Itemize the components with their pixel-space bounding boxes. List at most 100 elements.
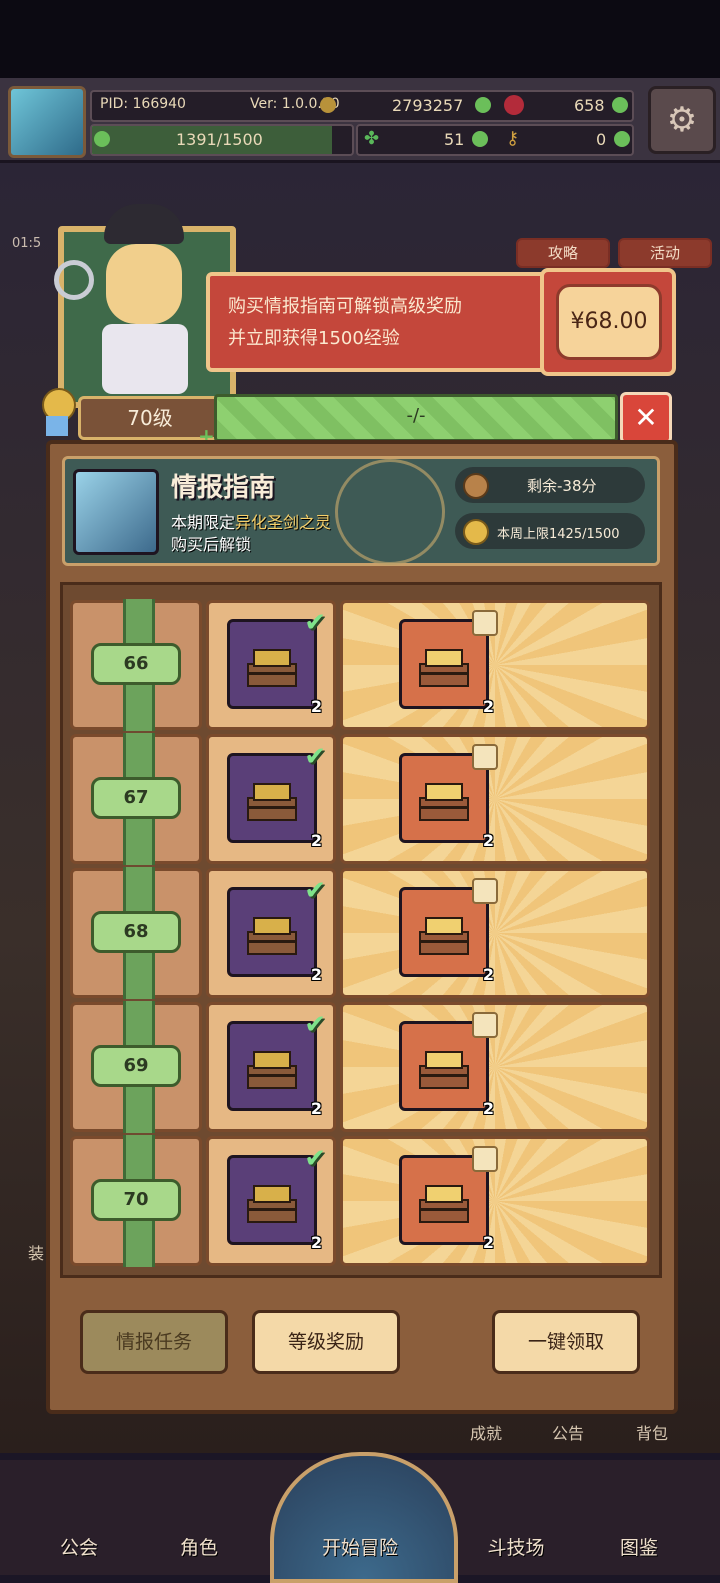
claimed-check-icon: ✔ <box>304 1010 326 1040</box>
notice-label[interactable]: 公告 <box>552 1420 584 1444</box>
intel-tasks-button[interactable]: 情报任务 <box>80 1310 228 1374</box>
claimed-check-icon: ✔ <box>304 742 326 772</box>
free-reward-cell[interactable]: ✔ 2 <box>206 1002 336 1132</box>
strategy-tab[interactable]: 攻略 <box>516 238 610 268</box>
premium-reward-chest[interactable]: 2 <box>399 744 498 850</box>
weekly-cap-pill: 本周上限1425/1500 <box>455 513 645 549</box>
lock-icon <box>472 744 498 770</box>
character-body <box>102 324 188 394</box>
lock-icon <box>472 1012 498 1038</box>
premium-reward-qty: 2 <box>482 1233 494 1252</box>
claimed-check-icon: ✔ <box>304 608 326 638</box>
free-reward-chest[interactable]: ✔ 2 <box>227 608 326 716</box>
guide-header: 情报指南 本期限定异化圣剑之灵 购买后解锁 剩余-38分 本周上限1425/15… <box>62 456 660 566</box>
achievement-label[interactable]: 成就 <box>470 1420 502 1444</box>
reward-row: 70 ✔ 2 2 <box>70 1135 650 1267</box>
level-column: 67 <box>70 733 202 865</box>
premium-reward-cell[interactable]: 2 <box>340 734 650 864</box>
promo-text-line1: 购买情报指南可解锁高级奖励 <box>228 296 462 317</box>
timer-fragment: 01:5 <box>12 236 42 251</box>
remaining-time-pill: 剩余-38分 <box>455 467 645 503</box>
gem-icon <box>504 95 524 115</box>
free-reward-cell[interactable]: ✔ 2 <box>206 1136 336 1266</box>
add-key-icon[interactable] <box>614 131 630 147</box>
premium-reward-chest[interactable]: 2 <box>399 1146 498 1252</box>
coin-count: 2793257 <box>392 96 464 115</box>
reward-row: 67 ✔ 2 2 <box>70 733 650 865</box>
nav-character[interactable]: 角色 <box>164 1533 234 1560</box>
key-count: 0 <box>596 130 607 149</box>
compass-emblem <box>335 459 445 565</box>
gem-count: 658 <box>574 96 605 115</box>
level-rewards-button[interactable]: 等级奖励 <box>252 1310 400 1374</box>
free-reward-cell[interactable]: ✔ 2 <box>206 734 336 864</box>
exp-leaf-icon <box>94 131 110 147</box>
nav-start-adventure[interactable]: 开始冒险 <box>300 1533 420 1560</box>
free-reward-qty: 2 <box>310 697 322 716</box>
premium-reward-chest[interactable]: 2 <box>399 878 498 984</box>
premium-reward-cell[interactable]: 2 <box>340 600 650 730</box>
premium-reward-cell[interactable]: 2 <box>340 1136 650 1266</box>
claim-all-button[interactable]: 一键领取 <box>492 1310 640 1374</box>
lock-icon <box>472 610 498 636</box>
free-reward-chest[interactable]: ✔ 2 <box>227 742 326 850</box>
clover-count: 51 <box>444 130 465 149</box>
row-level-tag: 68 <box>91 911 181 953</box>
reward-row: 68 ✔ 2 2 <box>70 867 650 999</box>
remaining-time: 剩余-38分 <box>527 477 597 495</box>
premium-reward-chest[interactable]: 2 <box>399 610 498 716</box>
free-reward-cell[interactable]: ✔ 2 <box>206 868 336 998</box>
free-reward-chest[interactable]: ✔ 2 <box>227 1144 326 1252</box>
player-avatar[interactable] <box>8 86 86 158</box>
weekly-cap: 本周上限1425/1500 <box>497 527 620 542</box>
premium-reward-qty: 2 <box>482 697 494 716</box>
free-reward-cell[interactable]: ✔ 2 <box>206 600 336 730</box>
promo-text-line2: 并立即获得1500经验 <box>228 328 400 349</box>
add-clover-icon[interactable] <box>472 131 488 147</box>
row-level-tag: 67 <box>91 777 181 819</box>
free-reward-chest[interactable]: ✔ 2 <box>227 1010 326 1118</box>
premium-reward-chest[interactable]: 2 <box>399 1012 498 1118</box>
free-reward-chest[interactable]: ✔ 2 <box>227 876 326 984</box>
guide-title: 情报指南 <box>171 473 276 503</box>
premium-reward-qty: 2 <box>482 965 494 984</box>
add-gem-icon[interactable] <box>612 97 628 113</box>
buy-price-button[interactable]: ¥68.00 <box>556 284 662 360</box>
equip-label[interactable]: 装 <box>28 1240 44 1264</box>
level-progress-text: -/- <box>406 405 426 426</box>
guide-portrait <box>73 469 159 555</box>
nav-guild[interactable]: 公会 <box>44 1533 114 1560</box>
clover-icon: ✤ <box>364 128 380 149</box>
medal-icon <box>40 388 76 440</box>
guide-subtitle-prefix: 本期限定 <box>171 513 236 532</box>
top-blank-area <box>0 0 720 78</box>
guide-subtitle: 本期限定异化圣剑之灵 <box>171 509 331 533</box>
exp-text: 1391/1500 <box>176 130 263 149</box>
free-reward-qty: 2 <box>310 965 322 984</box>
coin-icon <box>320 97 336 113</box>
level-column: 68 <box>70 867 202 999</box>
close-icon[interactable]: ✕ <box>620 392 672 444</box>
event-tab[interactable]: 活动 <box>618 238 712 268</box>
free-reward-qty: 2 <box>310 1099 322 1118</box>
level-column: 66 <box>70 599 202 731</box>
level-column: 69 <box>70 1001 202 1133</box>
free-reward-qty: 2 <box>310 1233 322 1252</box>
nav-codex[interactable]: 图鉴 <box>604 1533 674 1560</box>
lock-icon <box>472 878 498 904</box>
level-progress-bar: -/- <box>214 394 618 442</box>
lock-icon <box>472 1146 498 1172</box>
guide-subtitle-highlight: 异化圣剑之灵 <box>235 513 332 532</box>
character-face <box>106 244 182 324</box>
hud-bottom-row: ✤ 51 ⚷ 0 <box>356 124 634 156</box>
bag-label[interactable]: 背包 <box>636 1420 668 1444</box>
free-reward-qty: 2 <box>310 831 322 850</box>
exp-bar: 1391/1500 <box>90 124 354 156</box>
premium-reward-cell[interactable]: 2 <box>340 868 650 998</box>
premium-reward-cell[interactable]: 2 <box>340 1002 650 1132</box>
settings-gear-icon[interactable]: ⚙ <box>648 86 716 154</box>
reward-row: 66 ✔ 2 2 <box>70 599 650 731</box>
add-coin-icon[interactable] <box>475 97 491 113</box>
reward-row: 69 ✔ 2 2 <box>70 1001 650 1133</box>
nav-arena[interactable]: 斗技场 <box>476 1533 556 1560</box>
